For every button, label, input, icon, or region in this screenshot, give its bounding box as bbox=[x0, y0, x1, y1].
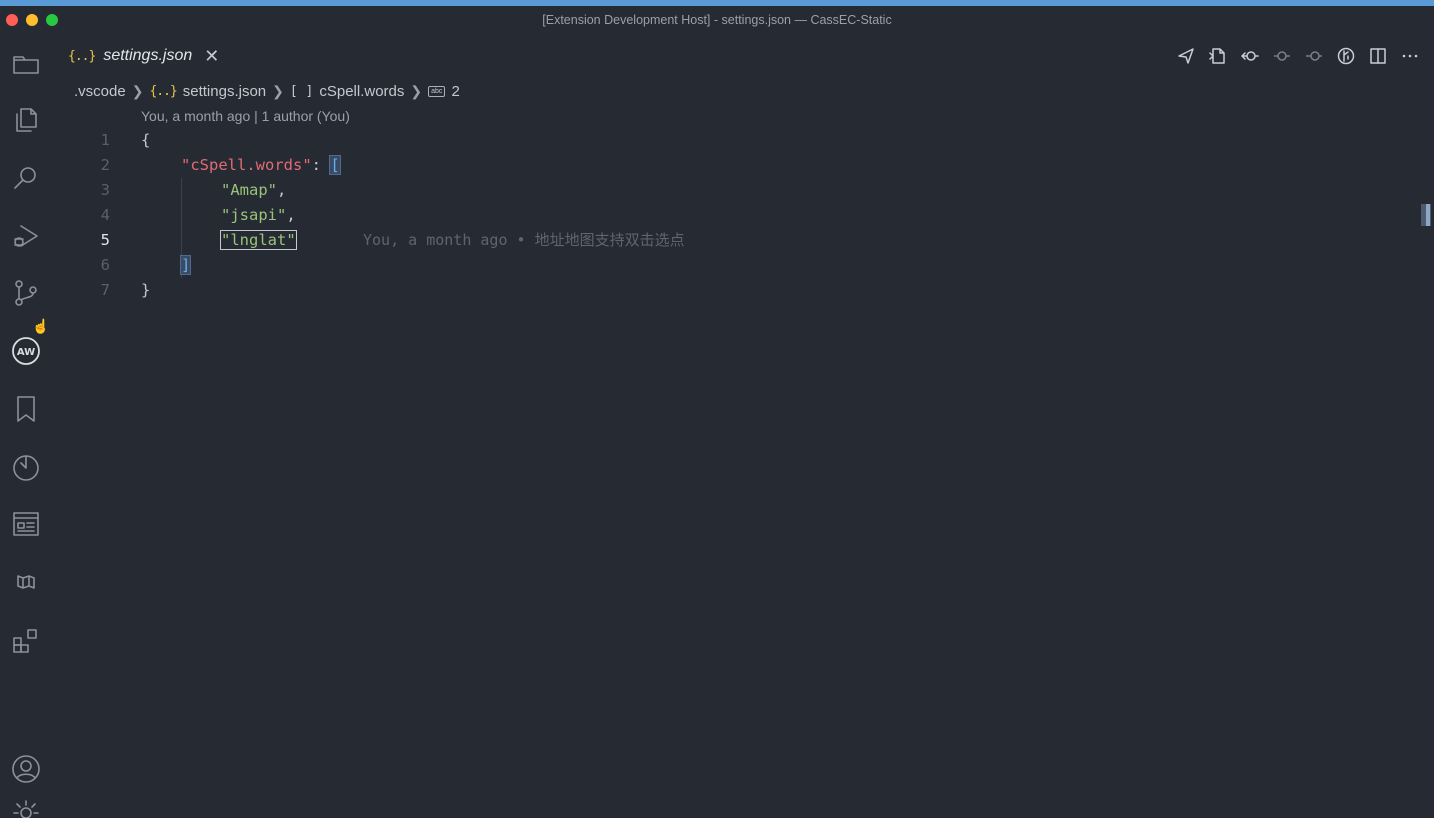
code-editor[interactable]: 1 { 2 "cSpell.words": [ 3 "Amap", 4 "jsa… bbox=[52, 128, 1434, 818]
editor-actions bbox=[1176, 44, 1420, 68]
breadcrumb-file[interactable]: settings.json bbox=[183, 83, 266, 100]
run-debug-icon[interactable] bbox=[0, 212, 52, 260]
code-text: "jsapi", bbox=[221, 206, 296, 224]
code-line: 3 "Amap", bbox=[52, 178, 1434, 203]
matched-bracket: ] bbox=[179, 255, 192, 275]
tab-settings-json[interactable]: {..} settings.json ✕ bbox=[62, 40, 225, 72]
window-title: [Extension Development Host] - settings.… bbox=[542, 13, 892, 27]
chevron-right-icon: ❯ bbox=[131, 82, 144, 99]
breadcrumb-folder[interactable]: .vscode bbox=[74, 83, 126, 100]
code-text: ] bbox=[179, 253, 192, 278]
line-number: 6 bbox=[100, 256, 110, 274]
code-line-active: 5 "lnglat" You, a month ago • 地址地图支持双击选点 bbox=[52, 228, 1434, 253]
code-text: { bbox=[141, 131, 151, 149]
code-line: 1 { bbox=[52, 128, 1434, 153]
json-file-icon: {..} bbox=[68, 48, 96, 64]
svg-text:AW: AW bbox=[17, 347, 35, 358]
split-editor-icon[interactable] bbox=[1368, 44, 1388, 68]
json-string: "jsapi" bbox=[221, 206, 287, 224]
selected-json-string: "lnglat" bbox=[220, 230, 297, 250]
title-bar: [Extension Development Host] - settings.… bbox=[0, 6, 1434, 34]
chevron-right-icon: ❯ bbox=[410, 82, 423, 99]
book-icon[interactable] bbox=[0, 558, 52, 606]
folder-icon[interactable] bbox=[0, 40, 52, 88]
extensions-icon[interactable] bbox=[0, 616, 52, 664]
line-number: 7 bbox=[100, 281, 110, 299]
json-string: "Amap" bbox=[221, 181, 277, 199]
bookmark-icon[interactable] bbox=[0, 385, 52, 433]
close-tab-icon[interactable]: ✕ bbox=[204, 47, 219, 65]
search-icon[interactable] bbox=[0, 154, 52, 202]
breadcrumb-array[interactable]: cSpell.words bbox=[319, 83, 404, 100]
previous-change-icon[interactable] bbox=[1272, 44, 1292, 68]
open-preview-icon[interactable] bbox=[1208, 44, 1228, 68]
send-icon[interactable] bbox=[1176, 44, 1196, 68]
tab-label: settings.json bbox=[103, 47, 193, 64]
scrollbar-cursor-marker bbox=[1426, 204, 1430, 226]
code-text: "Amap", bbox=[221, 181, 287, 199]
json-key: "cSpell.words" bbox=[181, 156, 312, 174]
line-number: 4 bbox=[100, 206, 110, 224]
gear-icon[interactable] bbox=[0, 798, 52, 818]
json-file-icon: {..} bbox=[149, 83, 177, 99]
code-line: 6 ] bbox=[52, 253, 1434, 278]
code-text: } bbox=[141, 281, 151, 299]
timeline-icon[interactable] bbox=[0, 443, 52, 491]
code-text: "cSpell.words": [ bbox=[181, 155, 341, 175]
git-compare-icon[interactable] bbox=[1240, 44, 1260, 68]
line-number: 5 bbox=[100, 231, 110, 249]
more-actions-icon[interactable] bbox=[1400, 44, 1420, 68]
code-text: "lnglat" bbox=[220, 228, 297, 253]
breadcrumb: .vscode ❯ {..} settings.json ❯ [ ] cSpel… bbox=[74, 80, 460, 102]
source-control-icon[interactable] bbox=[0, 269, 52, 317]
preview-icon[interactable] bbox=[0, 500, 52, 548]
git-lens-icon[interactable] bbox=[1336, 44, 1356, 68]
string-icon: abc bbox=[428, 85, 446, 97]
account-icon[interactable] bbox=[0, 745, 52, 793]
activity-bar: AW bbox=[0, 34, 52, 818]
blame-codelens[interactable]: You, a month ago | 1 author (You) bbox=[141, 108, 350, 124]
breadcrumb-index[interactable]: 2 bbox=[451, 83, 459, 100]
chevron-right-icon: ❯ bbox=[272, 82, 284, 99]
line-number: 1 bbox=[100, 131, 110, 149]
line-number: 2 bbox=[100, 156, 110, 174]
code-line: 4 "jsapi", bbox=[52, 203, 1434, 228]
explorer-icon[interactable] bbox=[0, 96, 52, 144]
inline-blame: You, a month ago • 地址地图支持双击选点 bbox=[363, 231, 685, 249]
next-change-icon[interactable] bbox=[1304, 44, 1324, 68]
array-icon: [ ] bbox=[289, 83, 314, 99]
code-line: 7 } bbox=[52, 278, 1434, 303]
code-line: 2 "cSpell.words": [ bbox=[52, 153, 1434, 178]
line-number: 3 bbox=[100, 181, 110, 199]
matched-bracket: [ bbox=[329, 155, 341, 175]
mouse-pointer-icon: ☝ bbox=[32, 318, 50, 334]
